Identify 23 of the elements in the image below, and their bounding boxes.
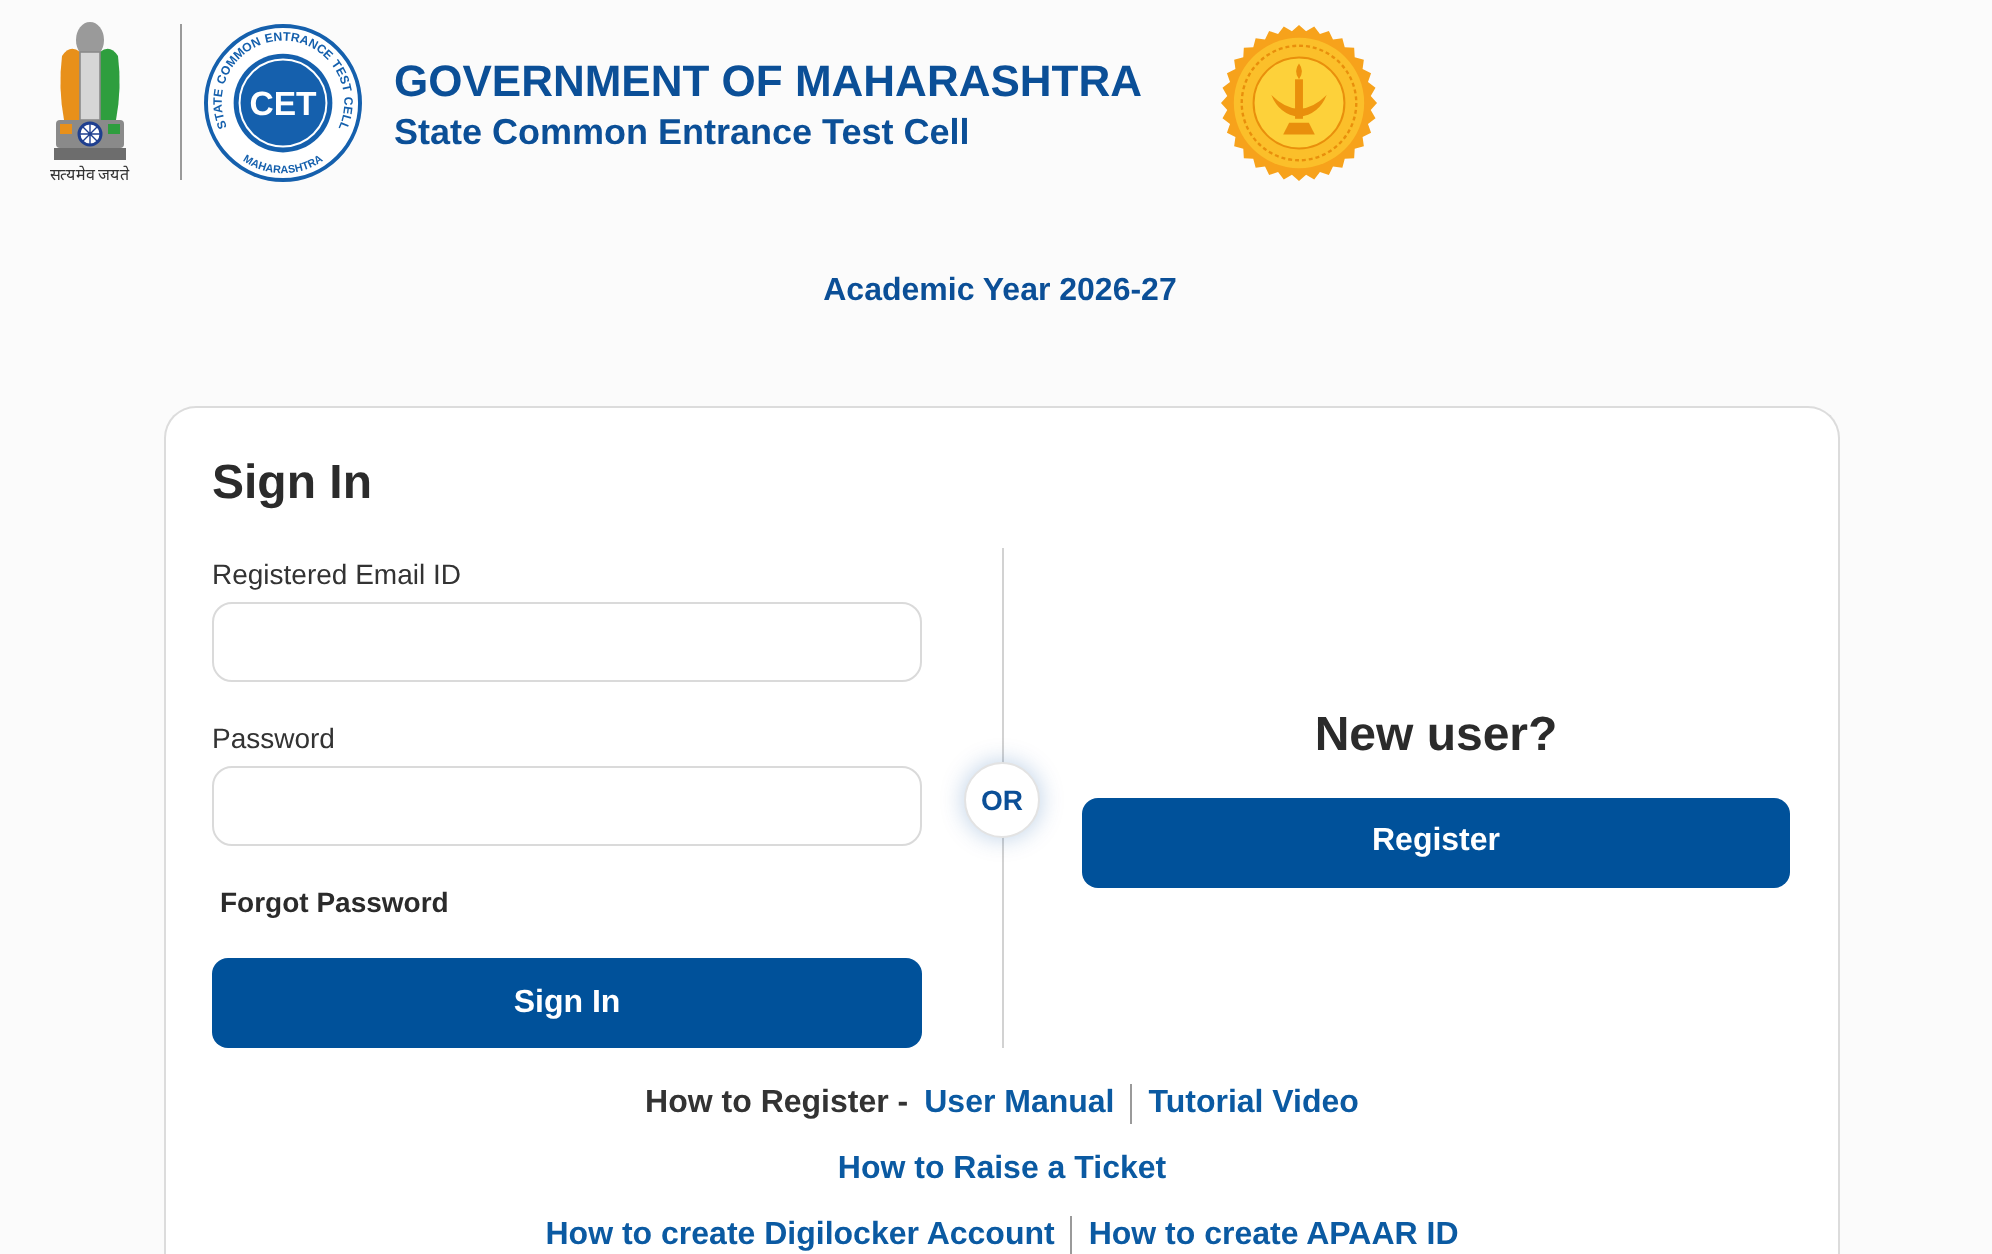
site-subtitle: State Common Entrance Test Cell [394, 110, 970, 154]
help-text: How to Register - [645, 1084, 909, 1124]
input-field[interactable] [212, 602, 922, 682]
sign-in-button[interactable]: Sign In [212, 958, 922, 1048]
sign-in-heading: Sign In [212, 454, 372, 514]
pillar-emblem-icon [54, 20, 126, 160]
help-link[interactable]: How to create APAAR ID [1088, 1216, 1459, 1254]
or-separator: OR [964, 762, 1040, 838]
field-label: Password [212, 720, 335, 758]
logo-initials: CET [249, 84, 317, 123]
field-label: Registered Email ID [212, 556, 461, 594]
emblem-motto: सत्यमेव जयते [49, 166, 131, 186]
site-title: GOVERNMENT OF MAHARASHTRA [394, 54, 1142, 110]
help-link[interactable]: Tutorial Video [1148, 1084, 1359, 1124]
help-link[interactable]: How to Raise a Ticket [837, 1150, 1167, 1190]
register-button[interactable]: Register [1082, 797, 1790, 887]
forgot-password-link[interactable]: Forgot Password [220, 882, 449, 922]
input-field[interactable] [212, 766, 922, 846]
new-user-heading: New user? [1314, 705, 1558, 765]
academic-year-label: Academic Year 2026-27 [823, 272, 1177, 312]
lamp-seal-icon [1220, 24, 1378, 182]
help-link[interactable]: How to create Digilocker Account [545, 1216, 1055, 1254]
help-link[interactable]: User Manual [924, 1084, 1115, 1124]
